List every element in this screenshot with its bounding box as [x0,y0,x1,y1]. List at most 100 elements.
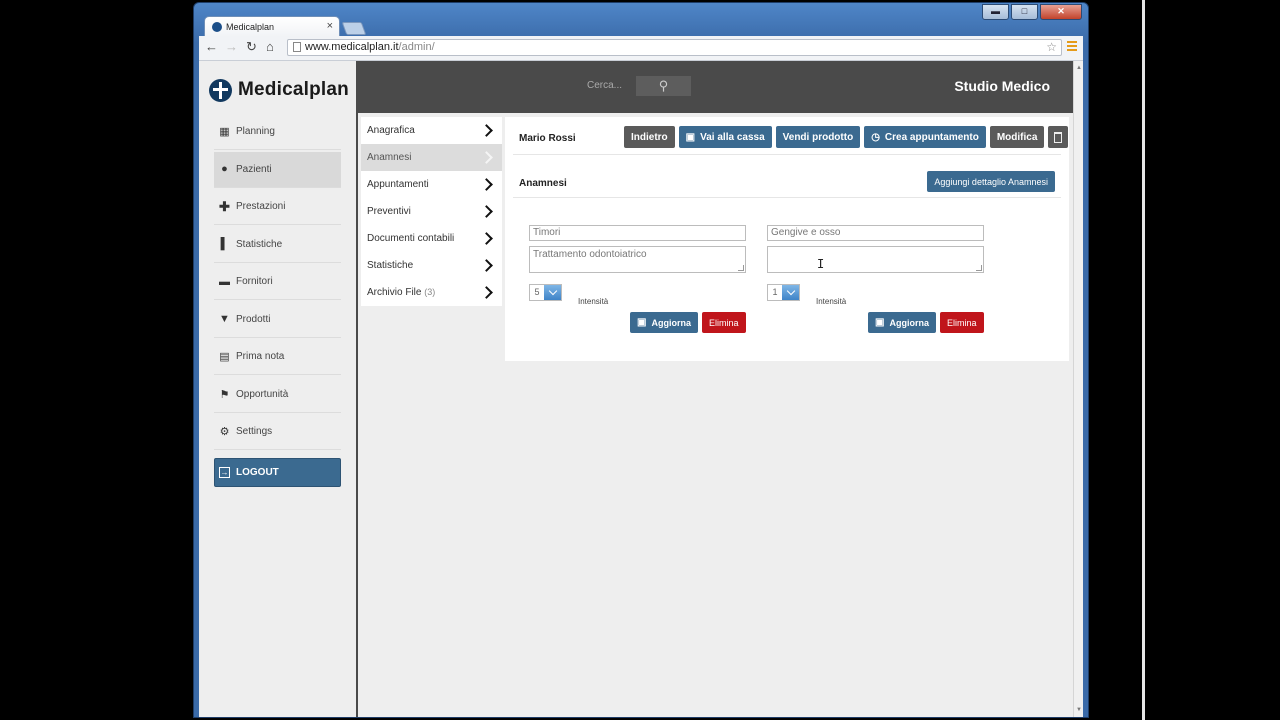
chevron-right-icon [480,286,493,299]
cash-button-label: Vai alla cassa [700,131,765,143]
minimize-button[interactable]: ▬ [982,4,1009,20]
resize-handle-icon[interactable] [738,265,744,271]
back-button[interactable]: Indietro [624,126,675,148]
intensity-label: Intensità [578,297,609,306]
url-path: /admin/ [398,41,435,53]
truck-icon: ▬ [219,275,230,288]
submenu-item-label: Archivio File [367,287,422,298]
delete-detail-button[interactable]: Elimina [940,312,984,333]
basket-icon: ▼ [219,313,230,325]
submenu-item-label: Appuntamenti [367,179,429,190]
detail-name-field[interactable]: Timori [529,225,746,241]
browser-tab[interactable]: Medicalplan × [204,16,340,37]
chevron-down-icon [782,285,799,300]
chevron-right-icon [480,232,493,245]
submenu-item-archivio-file[interactable]: Archivio File (3) [361,279,502,306]
submenu-item-anagrafica[interactable]: Anagrafica [361,117,502,144]
submenu-item-label-wrap: Archivio File (3) [367,287,435,298]
search-input[interactable]: Cerca... [587,76,622,96]
forward-arrow-icon[interactable]: → [225,40,238,54]
scroll-down-icon[interactable]: ▼ [1076,707,1082,713]
submenu-item-statistiche[interactable]: Statistiche [361,252,502,279]
delete-patient-button[interactable] [1048,126,1069,148]
calendar-icon: ▦ [219,126,230,138]
submenu-item-label: Statistiche [367,260,414,271]
submenu-item-label: Anamnesi [367,152,412,163]
update-button[interactable]: ▣ Aggiorna [630,312,698,333]
sidebar-item-statistiche[interactable]: ▌ Statistiche [214,227,341,263]
sidebar-item-planning[interactable]: ▦ Planning [214,114,341,150]
sidebar-item-pazienti[interactable]: ● Pazienti [214,151,341,188]
patient-submenu: Anagrafica Anamnesi Appuntamenti Prevent… [361,117,502,306]
cash-button[interactable]: ▣ Vai alla cassa [678,126,772,148]
sidebar-item-prestazioni[interactable]: ✚ Prestazioni [214,189,341,225]
divider [513,154,1061,155]
address-bar[interactable]: www.medicalplan.it/admin/ ☆ [287,39,1062,56]
detail-notes-field[interactable]: Trattamento odontoiatrico [529,246,746,273]
chevron-down-icon [544,285,561,300]
page-scrollbar[interactable]: ▲ ▼ [1073,61,1083,717]
sidebar-item-label: Prima nota [236,351,285,362]
bookmark-star-icon[interactable]: ☆ [1046,40,1057,55]
note-icon: ▤ [219,351,230,363]
delete-detail-button[interactable]: Elimina [702,312,746,333]
sidebar-item-opportunita[interactable]: ⚑ Opportunità [214,377,341,413]
submenu-item-preventivi[interactable]: Preventivi [361,198,502,225]
sidebar-menu: ▦ Planning ● Pazienti ✚ Prestazioni ▌ St… [214,114,341,452]
user-icon: ● [221,163,228,175]
search-icon: ⚲ [658,78,669,93]
maximize-button[interactable]: □ [1011,4,1038,20]
chevron-right-icon [480,178,493,191]
resize-handle-icon[interactable] [976,265,982,271]
sidebar-item-fornitori[interactable]: ▬ Fornitori [214,264,341,300]
detail-notes-field[interactable] [767,246,984,273]
sidebar-item-prodotti[interactable]: ▼ Prodotti [214,302,341,338]
submenu-item-appuntamenti[interactable]: Appuntamenti [361,171,502,198]
create-appointment-button[interactable]: ◷ Crea appuntamento [864,126,986,148]
detail-name-field[interactable]: Gengive e osso [767,225,984,241]
chevron-right-icon [480,205,493,218]
sidebar-item-prima-nota[interactable]: ▤ Prima nota [214,339,341,375]
update-button[interactable]: ▣ Aggiorna [868,312,936,333]
scroll-up-icon[interactable]: ▲ [1076,65,1082,71]
intensity-select[interactable]: 5 [529,284,562,301]
cash-register-icon: ▣ [685,131,696,143]
back-arrow-icon[interactable]: ← [205,40,218,54]
medicalplan-logo-icon [209,78,232,102]
intensity-select[interactable]: 1 [767,284,800,301]
brand[interactable]: Medicalplan [209,76,349,104]
chrome-menu-icon[interactable] [1067,41,1077,53]
tab-close-icon[interactable]: × [327,20,333,32]
tab-title: Medicalplan [226,22,275,32]
reload-icon[interactable]: ↻ [246,40,257,54]
submenu-item-documenti-contabili[interactable]: Documenti contabili [361,225,502,252]
sidebar-item-label: Pazienti [236,163,272,175]
file-count-badge: (3) [424,287,436,297]
sidebar-item-label: Opportunità [236,388,289,400]
sidebar: Medicalplan ▦ Planning ● Pazienti ✚ Pres… [199,61,358,717]
window-controls: ▬ □ ✕ [982,4,1082,20]
chevron-right-icon [480,124,493,137]
logout-button[interactable]: → LOGOUT [214,458,341,487]
anamnesi-panel: Mario Rossi Indietro ▣ Vai alla cassa Ven… [505,117,1069,361]
sidebar-item-label: Planning [236,126,275,137]
search-button[interactable]: ⚲ [636,76,691,96]
home-icon[interactable]: ⌂ [266,40,274,54]
sell-product-button[interactable]: Vendi prodotto [775,126,861,148]
add-anamnesi-detail-button[interactable]: Aggiungi dettaglio Anamnesi [927,171,1055,192]
sidebar-item-label: Fornitori [236,276,273,287]
bar-chart-icon: ▌ [220,238,229,250]
sidebar-item-settings[interactable]: ⚙ Settings [214,414,341,450]
edit-button[interactable]: Modifica [989,126,1045,148]
sidebar-item-label: Prestazioni [236,201,286,212]
chevron-right-icon [480,151,493,164]
intensity-label: Intensità [816,297,847,306]
new-tab-button[interactable] [341,22,367,35]
favicon-icon [212,22,222,32]
sidebar-item-label: Prodotti [236,313,271,325]
submenu-item-label: Preventivi [367,206,411,217]
close-window-button[interactable]: ✕ [1040,4,1082,20]
submenu-item-anamnesi[interactable]: Anamnesi [361,144,502,171]
flag-icon: ⚑ [219,388,230,401]
intensity-value: 5 [534,287,540,297]
